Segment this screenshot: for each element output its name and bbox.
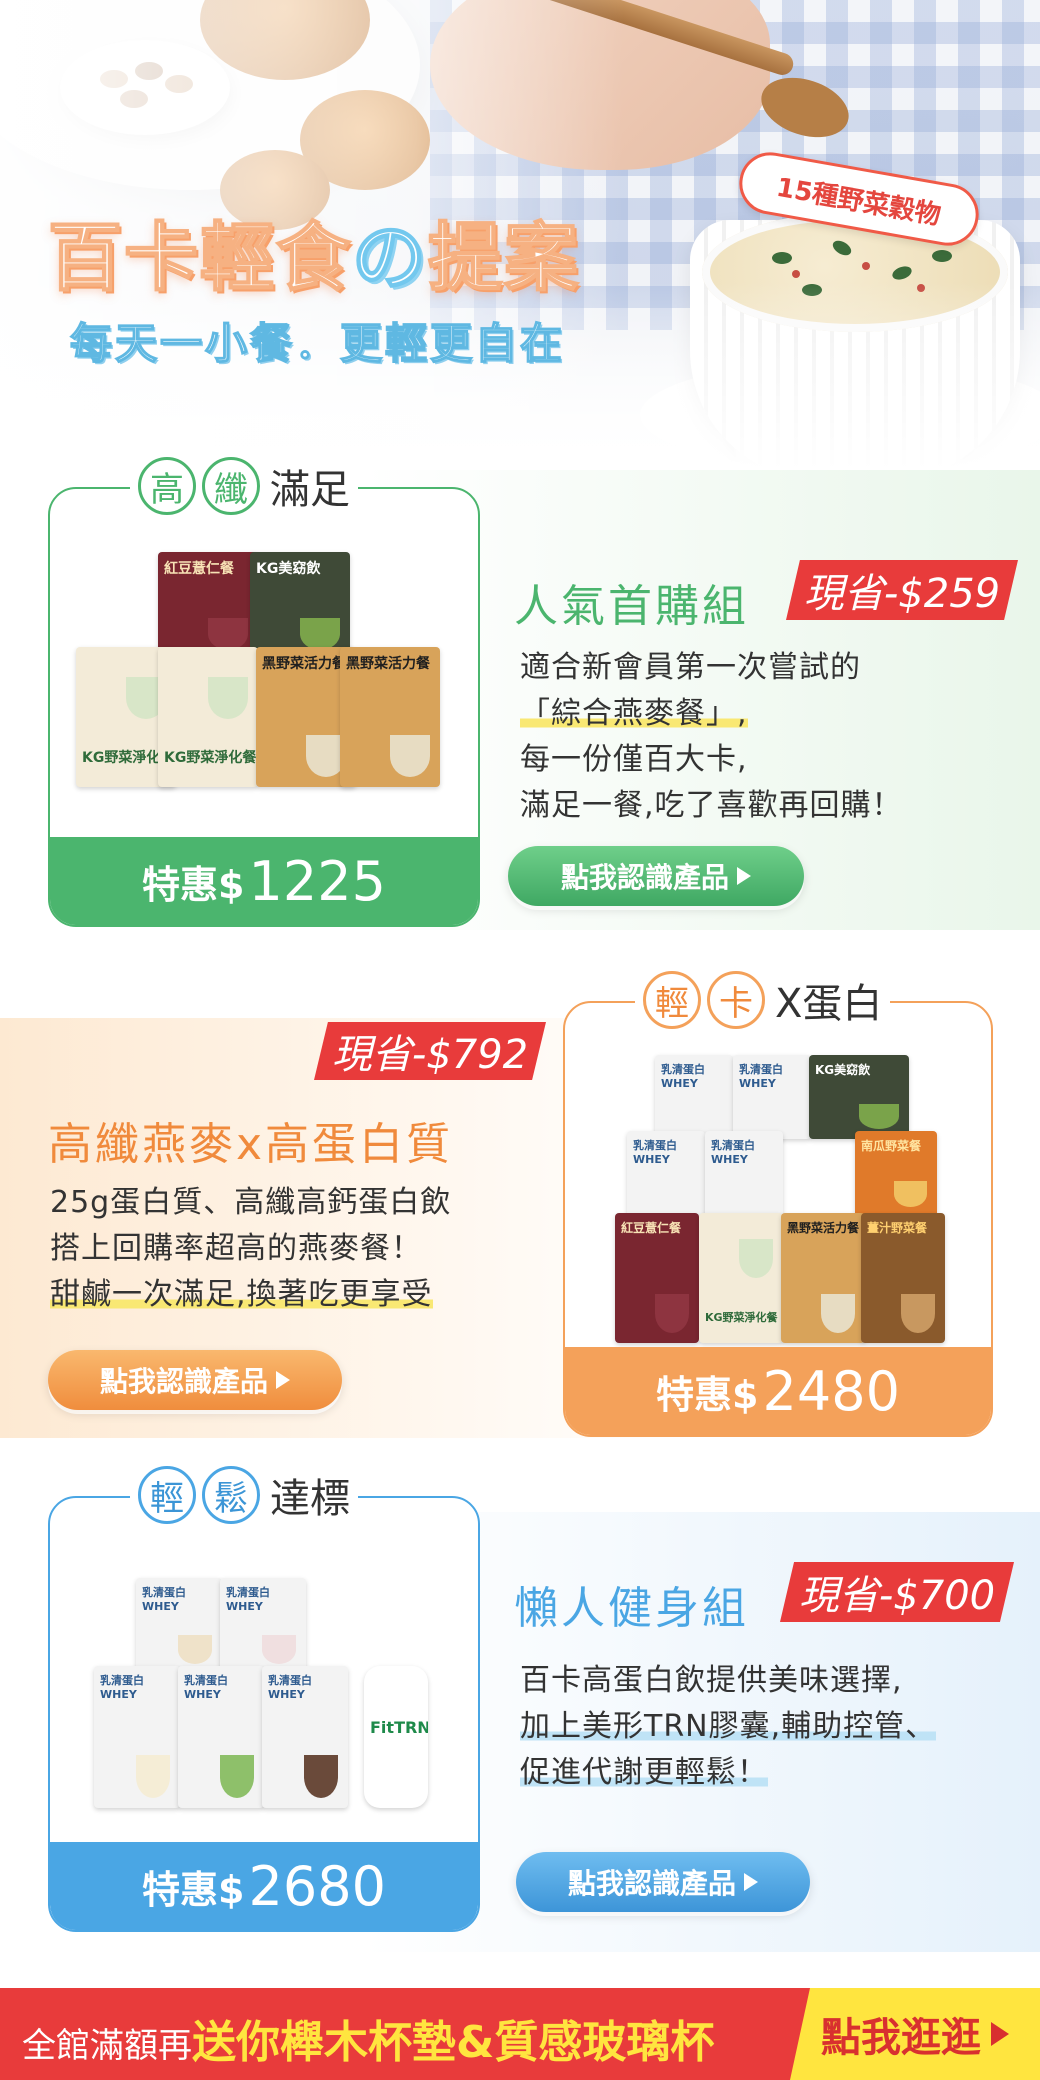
cta-label: 點我認識產品 <box>567 1867 736 1900</box>
play-arrow-icon <box>276 1371 290 1389</box>
desc-line: 適合新會員第一次嘗試的 <box>520 650 861 685</box>
desc-line: 滿足一餐,吃了喜歡再回購！ <box>520 788 903 823</box>
set3-cta-button[interactable]: 點我認識產品 <box>516 1852 810 1912</box>
product-box: KG野菜淨化餐 <box>699 1213 783 1343</box>
hero-subtitle: 每天一小餐．更輕更自在 <box>69 318 566 369</box>
hero-title-end: 提案 <box>427 214 580 302</box>
hero-banner: 百卡輕食の提案 每天一小餐．更輕更自在 15種野菜穀物 <box>0 0 1040 470</box>
set1-cta-button[interactable]: 點我認識產品 <box>508 846 804 906</box>
hero-title-no: の <box>351 214 428 302</box>
set2-card-heading: 輕 卡 X蛋白 <box>635 971 891 1029</box>
heading-char-circle: 高 <box>138 457 196 515</box>
heading-char-circle: 卡 <box>707 971 765 1029</box>
product-box: 薑汁野菜餐 <box>861 1213 945 1343</box>
promo-text: 全館滿額再 送你櫸木杯墊&質感玻璃杯 <box>22 1988 714 2080</box>
price-value: 2480 <box>762 1359 900 1423</box>
product-box: 黑野菜活力餐 <box>340 647 440 787</box>
play-arrow-icon <box>744 1873 758 1891</box>
set2-save-tag: 現省-$792 <box>314 1022 546 1080</box>
product-box: FitTRN <box>364 1666 428 1808</box>
hero-title: 百卡輕食の提案 <box>47 198 580 305</box>
heading-char-circle: 輕 <box>138 1466 196 1524</box>
play-arrow-icon <box>737 867 751 885</box>
desc-line: 甜鹹一次滿足,換著吃更享受 <box>50 1277 433 1312</box>
desc-line: 25g蛋白質、高纖高鈣蛋白飲 <box>50 1185 452 1220</box>
set3-title: 懶人健身組 <box>514 1583 749 1634</box>
heading-text: 滿足 <box>270 467 350 513</box>
set1-save-tag: 現省-$259 <box>786 560 1018 620</box>
cta-label: 點我認識產品 <box>560 861 729 894</box>
product-box: KG美窈飲 <box>250 552 350 660</box>
shop-now-button[interactable]: 點我逛逛 <box>790 1988 1040 2080</box>
product-box: 乳清蛋白 WHEY <box>655 1055 733 1139</box>
desc-line: 百卡高蛋白飲提供美味選擇, <box>520 1663 903 1698</box>
product-box: KG美窈飲 <box>809 1055 909 1139</box>
cta-label: 點我認識產品 <box>99 1365 268 1398</box>
set2-description: 25g蛋白質、高纖高鈣蛋白飲 搭上回購率超高的燕麥餐！ 甜鹹一次滿足,換著吃更享… <box>50 1180 451 1318</box>
heading-char-circle: 纖 <box>202 457 260 515</box>
product-box: 紅豆薏仁餐 <box>615 1213 699 1343</box>
desc-line: 搭上回購率超高的燕麥餐！ <box>50 1231 422 1266</box>
set3-description: 百卡高蛋白飲提供美味選擇, 加上美形TRN膠囊,輔助控管、 促進代謝更輕鬆！ <box>520 1658 937 1796</box>
product-box: 乳清蛋白 WHEY <box>220 1578 306 1674</box>
heading-char-circle: 輕 <box>643 971 701 1029</box>
desc-line: 每一份僅百大卡, <box>520 742 748 777</box>
price-label: 特惠$ <box>656 1372 759 1417</box>
heading-text: 達標 <box>270 1476 350 1522</box>
price-label: 特惠$ <box>142 1867 245 1912</box>
product-box: 南瓜野菜餐 <box>855 1131 937 1217</box>
hero-title-main: 百卡輕食 <box>47 214 352 302</box>
product-box: 乳清蛋白 WHEY <box>705 1131 783 1217</box>
set3-save-tag: 現省-$700 <box>780 1562 1014 1622</box>
set3-card-heading: 輕 鬆 達標 <box>130 1466 358 1524</box>
desc-line: 加上美形TRN膠囊,輔助控管、 <box>520 1709 937 1744</box>
product-box: 乳清蛋白 WHEY <box>136 1578 222 1674</box>
promo-prefix: 全館滿額再 <box>22 2026 192 2066</box>
product-box: 黑野菜活力餐 <box>781 1213 865 1343</box>
set2-card: 輕 卡 X蛋白 乳清蛋白 WHEY 乳清蛋白 WHEY KG美窈飲 乳清蛋白 W… <box>563 971 993 1437</box>
set1-title: 人氣首購組 <box>514 581 749 632</box>
product-box: 乳清蛋白 WHEY <box>627 1131 705 1217</box>
play-arrow-icon <box>991 2022 1009 2046</box>
set3-card: 輕 鬆 達標 乳清蛋白 WHEY 乳清蛋白 WHEY 乳清蛋白 WHEY 乳清蛋… <box>48 1466 480 1932</box>
desc-line: 促進代謝更輕鬆！ <box>520 1755 768 1790</box>
product-box: 乳清蛋白 WHEY <box>733 1055 811 1139</box>
set2-cta-button[interactable]: 點我認識產品 <box>48 1350 342 1410</box>
set1-price-bar: 特惠$ 1225 <box>50 837 478 925</box>
product-box: 乳清蛋白 WHEY <box>178 1666 264 1808</box>
desc-line: 「綜合燕麥餐」, <box>520 696 748 731</box>
price-value: 2680 <box>248 1854 386 1918</box>
price-value: 1225 <box>248 849 386 913</box>
set1-description: 適合新會員第一次嘗試的 「綜合燕麥餐」, 每一份僅百大卡, 滿足一餐,吃了喜歡再… <box>520 645 903 829</box>
promo-highlight: 送你櫸木杯墊&質感玻璃杯 <box>192 2017 715 2068</box>
set1-card-heading: 高 纖 滿足 <box>130 457 358 515</box>
product-box: 紅豆薏仁餐 <box>158 552 258 660</box>
set2-price-bar: 特惠$ 2480 <box>565 1347 991 1435</box>
product-box: KG野菜淨化餐 <box>158 647 258 787</box>
set3-price-bar: 特惠$ 2680 <box>50 1842 478 1930</box>
heading-text: X蛋白 <box>775 981 883 1027</box>
set1-card: 高 纖 滿足 紅豆薏仁餐 KG美窈飲 KG野菜淨化餐 KG野菜淨化餐 黑野菜活力… <box>48 457 480 927</box>
set2-title: 高纖燕麥x高蛋白質 <box>48 1119 454 1170</box>
product-box: 乳清蛋白 WHEY <box>94 1666 180 1808</box>
product-box: 乳清蛋白 WHEY <box>262 1666 348 1808</box>
shop-now-label: 點我逛逛 <box>821 2015 981 2061</box>
heading-char-circle: 鬆 <box>202 1466 260 1524</box>
price-label: 特惠$ <box>142 862 245 907</box>
